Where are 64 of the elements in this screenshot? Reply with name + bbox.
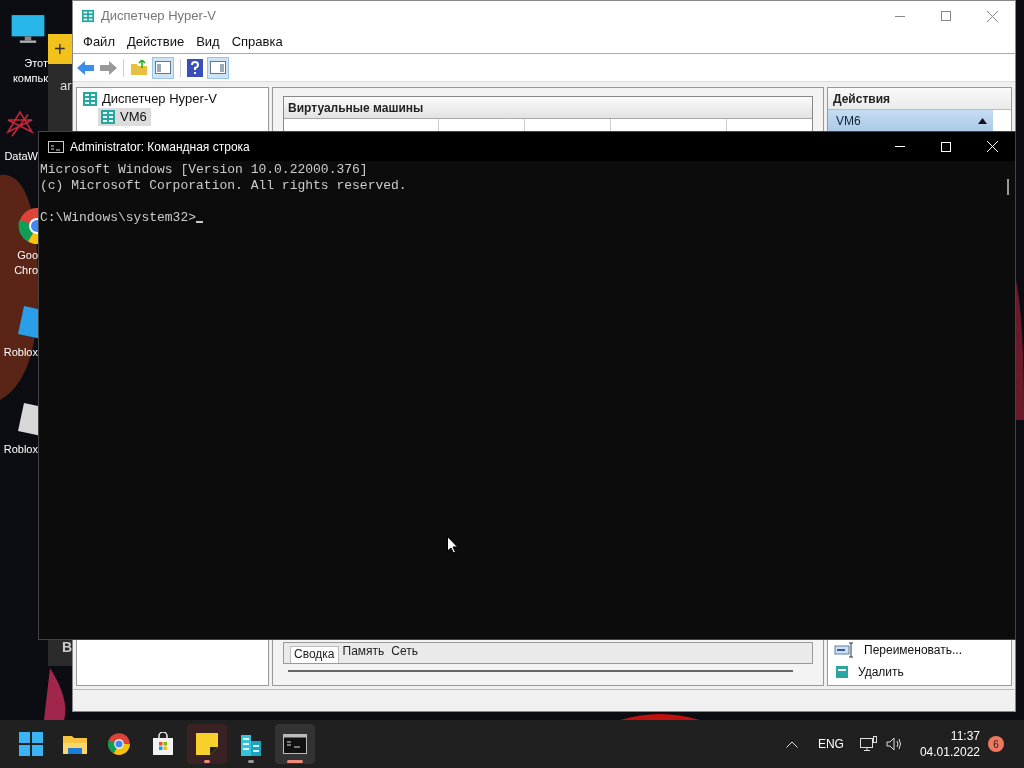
details-tab[interactable]: Сводка [290, 646, 339, 663]
desktop-icon-label[interactable]: Этот [24, 56, 48, 71]
taskbar-button[interactable] [275, 724, 315, 764]
app-icon [81, 9, 95, 23]
tree-item[interactable]: Диспетчер Hyper-V [80, 90, 219, 108]
taskbar-button[interactable] [187, 724, 227, 764]
note-text: ar [60, 77, 73, 95]
panel-title: Действия [833, 90, 891, 108]
text-cursor [196, 221, 204, 223]
menu-item[interactable]: Действие [120, 32, 191, 52]
forward-arrow-icon[interactable] [99, 60, 117, 75]
chrome-icon [107, 732, 131, 756]
details-tab[interactable]: Память [339, 644, 388, 663]
desktop-icon-label[interactable]: Chro [14, 263, 38, 278]
running-indicator [204, 760, 210, 763]
action-link[interactable]: Переименовать... [864, 641, 962, 659]
terminal-icon [283, 734, 307, 754]
rename-icon [834, 642, 856, 658]
menu-item[interactable]: Файл [77, 32, 121, 52]
server-icon [82, 91, 98, 107]
pane-toggle-button[interactable] [152, 56, 174, 79]
details-tab[interactable]: Сеть [388, 644, 421, 663]
desktop-icon-label[interactable]: Goo [17, 248, 38, 263]
monitor-icon [10, 12, 46, 46]
add-note-button[interactable]: + [54, 39, 66, 59]
desktop-icon-label[interactable]: Roblox [3, 345, 38, 360]
tree-item[interactable]: VM6 [98, 108, 151, 126]
panel-title: Виртуальные машины [288, 99, 424, 117]
windows-logo-icon [19, 732, 43, 756]
clock[interactable]: 11:37 04.01.2022 [919, 728, 980, 760]
notification-badge[interactable]: 6 [988, 736, 1004, 752]
folder-icon [62, 733, 88, 755]
server-icon [100, 109, 116, 125]
running-indicator [287, 760, 303, 763]
desktop-icon-label[interactable]: компьк [12, 71, 48, 86]
console-line: Microsoft Windows [Version 10.0.22000.376] [40, 162, 369, 178]
action-group-header[interactable]: VM6 [828, 110, 993, 132]
desktop-icon-label[interactable]: Roblox [3, 442, 38, 457]
console-line: (c) Microsoft Corporation. All rights reserved. [40, 178, 408, 194]
scrollbar-thumb[interactable] [1007, 179, 1009, 195]
folder-up-icon[interactable] [130, 59, 148, 76]
collapse-icon[interactable] [978, 118, 987, 124]
mouse-pointer-icon [447, 536, 458, 554]
delete-icon [834, 664, 850, 680]
action-link[interactable]: Удалить [858, 663, 904, 681]
window-title: Administrator: Командная строка [70, 138, 250, 156]
desktop-icon-label[interactable]: DataW [4, 149, 38, 164]
shopping-bag-icon [151, 732, 175, 756]
wallpaper-blob [44, 668, 66, 720]
console-prompt: C:\Windows\system32> [40, 210, 197, 226]
console-icon [48, 140, 64, 153]
network-icon[interactable] [859, 736, 878, 752]
menu-item[interactable]: Вид [190, 32, 226, 52]
action-pane-button[interactable] [207, 56, 229, 79]
note-text: B [62, 638, 74, 657]
language-indicator[interactable]: ENG [817, 735, 844, 753]
sticky-note-icon [196, 733, 218, 755]
volume-icon[interactable] [885, 737, 902, 751]
back-arrow-icon[interactable] [77, 60, 95, 75]
menu-item[interactable]: Справка [225, 32, 289, 52]
help-icon[interactable] [187, 58, 203, 77]
chevron-up-icon[interactable] [785, 740, 798, 748]
window-title: Диспетчер Hyper-V [101, 7, 216, 26]
running-indicator [248, 760, 254, 763]
